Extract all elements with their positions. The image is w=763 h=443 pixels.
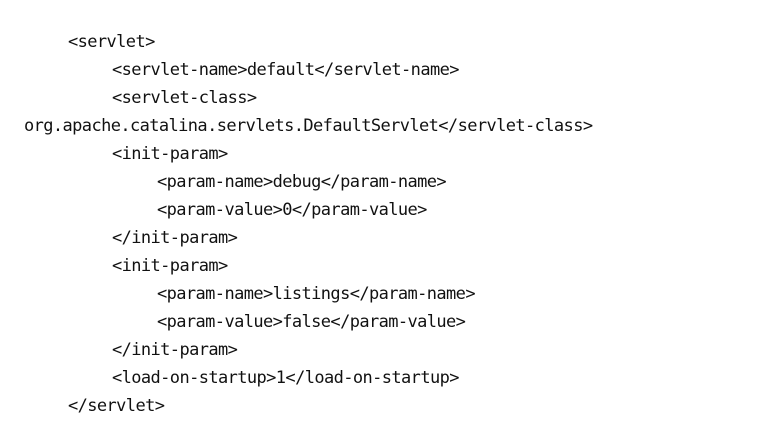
code-line: org.apache.catalina.servlets.DefaultServ…: [24, 116, 593, 136]
code-line: </init-param>: [112, 228, 238, 248]
code-line: <servlet-name>default</servlet-name>: [112, 60, 459, 80]
code-line: <param-name>listings</param-name>: [157, 284, 476, 304]
code-line: <init-param>: [112, 256, 228, 276]
code-snippet: <servlet> <servlet-name>default</servlet…: [0, 28, 763, 420]
code-line: <load-on-startup>1</load-on-startup>: [112, 368, 459, 388]
code-line: <param-value>0</param-value>: [157, 200, 427, 220]
code-line: </servlet>: [68, 396, 165, 416]
code-line: <param-value>false</param-value>: [157, 312, 466, 332]
code-line: <param-name>debug</param-name>: [157, 172, 447, 192]
code-line: </init-param>: [112, 340, 238, 360]
code-line: <servlet>: [68, 32, 155, 52]
code-line: <init-param>: [112, 144, 228, 164]
code-line: <servlet-class>: [112, 88, 257, 108]
